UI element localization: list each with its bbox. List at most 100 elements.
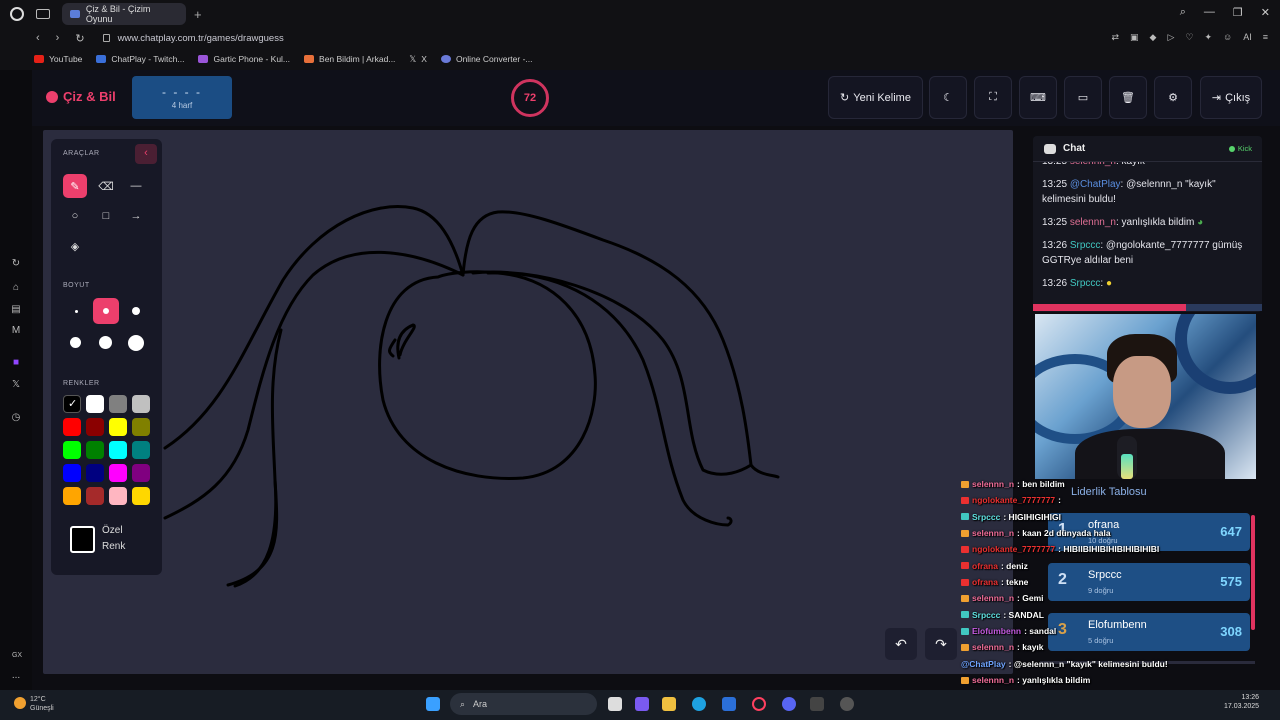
task-view-icon[interactable]: [608, 697, 622, 711]
size-l-button[interactable]: [63, 330, 89, 356]
exit-button[interactable]: ⇥ Çıkış: [1200, 76, 1262, 119]
size-s-button[interactable]: [93, 298, 119, 324]
color-swatch[interactable]: [86, 395, 104, 413]
fullscreen-icon: ⛶: [989, 91, 997, 103]
gallery-icon[interactable]: ▤: [10, 304, 22, 316]
clock-icon[interactable]: ◷: [10, 412, 22, 424]
app-icon-2[interactable]: [840, 697, 854, 711]
brand[interactable]: Çiz & Bil: [46, 89, 116, 104]
color-swatch[interactable]: [63, 441, 81, 459]
undo-button[interactable]: ↶: [885, 628, 917, 660]
extensions-icon[interactable]: ✦: [1204, 32, 1212, 43]
color-swatch[interactable]: [109, 441, 127, 459]
size-xxl-button[interactable]: [123, 330, 149, 356]
color-swatch[interactable]: ✓: [63, 395, 81, 413]
circle-tool[interactable]: ○: [63, 204, 87, 228]
keyboard-button[interactable]: ⌨: [1019, 76, 1057, 119]
store-icon[interactable]: [722, 697, 736, 711]
bookmark-chatplay[interactable]: ChatPlay - Twitch...: [96, 54, 184, 64]
taskbar-search[interactable]: ⌕ Ara: [450, 693, 597, 715]
drawing-canvas[interactable]: [43, 130, 1013, 674]
windows-start-icon[interactable]: [426, 697, 440, 711]
color-swatch[interactable]: [86, 418, 104, 436]
tab-manager-icon[interactable]: [36, 9, 50, 19]
edge-icon[interactable]: [692, 697, 706, 711]
heart-icon[interactable]: ♡: [1185, 32, 1193, 43]
overlay-text: : kaan 2d dünyada hala: [1017, 528, 1111, 539]
color-swatch[interactable]: [63, 487, 81, 505]
history-icon[interactable]: ↻: [10, 258, 22, 270]
bookmark-online-converter[interactable]: Online Converter -...: [440, 54, 532, 64]
redo-button[interactable]: ↷: [925, 628, 957, 660]
copilot-icon[interactable]: [635, 697, 649, 711]
color-swatch[interactable]: [109, 418, 127, 436]
color-swatch[interactable]: [63, 464, 81, 482]
size-xl-button[interactable]: [93, 330, 119, 356]
new-word-button[interactable]: ↻ Yeni Kelime: [828, 76, 923, 119]
ai-button[interactable]: AI: [1243, 32, 1252, 43]
delete-button[interactable]: 🗑: [1109, 76, 1147, 119]
x-sidebar-icon[interactable]: 𝕏: [10, 379, 22, 391]
color-swatch[interactable]: [86, 487, 104, 505]
color-swatch[interactable]: [132, 395, 150, 413]
camera-icon[interactable]: ▣: [1130, 32, 1139, 43]
eraser-tool[interactable]: ⌫: [94, 174, 118, 198]
gx-label[interactable]: GX: [10, 650, 24, 662]
archive-button[interactable]: ▭: [1064, 76, 1102, 119]
fullscreen-button[interactable]: ⛶: [974, 76, 1012, 119]
opera-logo-icon[interactable]: [10, 7, 24, 21]
discord-icon[interactable]: [782, 697, 796, 711]
color-swatch[interactable]: [132, 487, 150, 505]
opera-gx-icon[interactable]: [752, 697, 766, 711]
color-swatch[interactable]: [63, 418, 81, 436]
forward-icon[interactable]: ›: [56, 32, 60, 45]
menu-icon[interactable]: ≡: [1263, 32, 1268, 43]
maximize-icon[interactable]: ❐: [1233, 6, 1243, 19]
m-icon[interactable]: M: [10, 325, 22, 337]
shopping-icon[interactable]: ⌂: [10, 282, 22, 294]
size-xs-button[interactable]: [63, 298, 89, 324]
search-icon[interactable]: ⌕: [1180, 6, 1186, 19]
minimize-icon[interactable]: —: [1204, 6, 1215, 19]
taskbar-clock[interactable]: 13:26 17.03.2025: [1224, 693, 1259, 711]
twitch-icon[interactable]: ■: [10, 357, 22, 369]
arrow-tool[interactable]: →: [124, 204, 148, 228]
play-icon[interactable]: ▷: [1167, 32, 1174, 43]
back-icon[interactable]: ‹: [36, 32, 40, 45]
custom-color-picker[interactable]: [70, 526, 95, 553]
color-swatch[interactable]: [109, 464, 127, 482]
theme-toggle-button[interactable]: ☾: [929, 76, 967, 119]
bookmark-youtube[interactable]: YouTube: [34, 54, 82, 64]
browser-tab[interactable]: Çiz & Bil - Çizim Oyunu: [62, 3, 186, 25]
color-swatch[interactable]: [109, 395, 127, 413]
new-tab-button[interactable]: +: [194, 7, 202, 22]
color-swatch[interactable]: [86, 441, 104, 459]
line-tool[interactable]: —: [124, 174, 148, 198]
url-field[interactable]: www.chatplay.com.tr/games/drawguess: [118, 33, 284, 44]
weather-widget[interactable]: 12°C Güneşli: [30, 695, 54, 713]
reload-icon[interactable]: ↻: [75, 32, 84, 45]
translate-icon[interactable]: ⇄: [1111, 32, 1119, 43]
settings-button[interactable]: ⚙: [1154, 76, 1192, 119]
color-swatch[interactable]: [132, 418, 150, 436]
more-icon[interactable]: ...: [10, 670, 22, 682]
color-swatch[interactable]: [86, 464, 104, 482]
color-swatch[interactable]: [109, 487, 127, 505]
color-swatch[interactable]: [132, 441, 150, 459]
bookmark-ben-bildim[interactable]: Ben Bildim | Arkad...: [304, 54, 395, 64]
address-bar: ‹ › ↻ www.chatplay.com.tr/games/drawgues…: [0, 28, 1280, 48]
shield-icon[interactable]: ◆: [1150, 32, 1157, 43]
fill-tool[interactable]: ◈: [63, 234, 87, 258]
file-explorer-icon[interactable]: [662, 697, 676, 711]
bookmark-gartic[interactable]: Gartic Phone - Kul...: [198, 54, 290, 64]
chat-messages[interactable]: 13:25 selennn_n: kayık 13:25 @ChatPlay: …: [1042, 156, 1252, 299]
collapse-tools-button[interactable]: ‹: [135, 144, 157, 164]
size-m-button[interactable]: [123, 298, 149, 324]
app-icon[interactable]: [810, 697, 824, 711]
rectangle-tool[interactable]: □: [94, 204, 118, 228]
bookmark-x[interactable]: 𝕏X: [409, 54, 427, 65]
close-icon[interactable]: ✕: [1261, 6, 1270, 19]
color-swatch[interactable]: [132, 464, 150, 482]
brush-tool[interactable]: ✎: [63, 174, 87, 198]
profile-icon[interactable]: ☺: [1223, 32, 1232, 43]
